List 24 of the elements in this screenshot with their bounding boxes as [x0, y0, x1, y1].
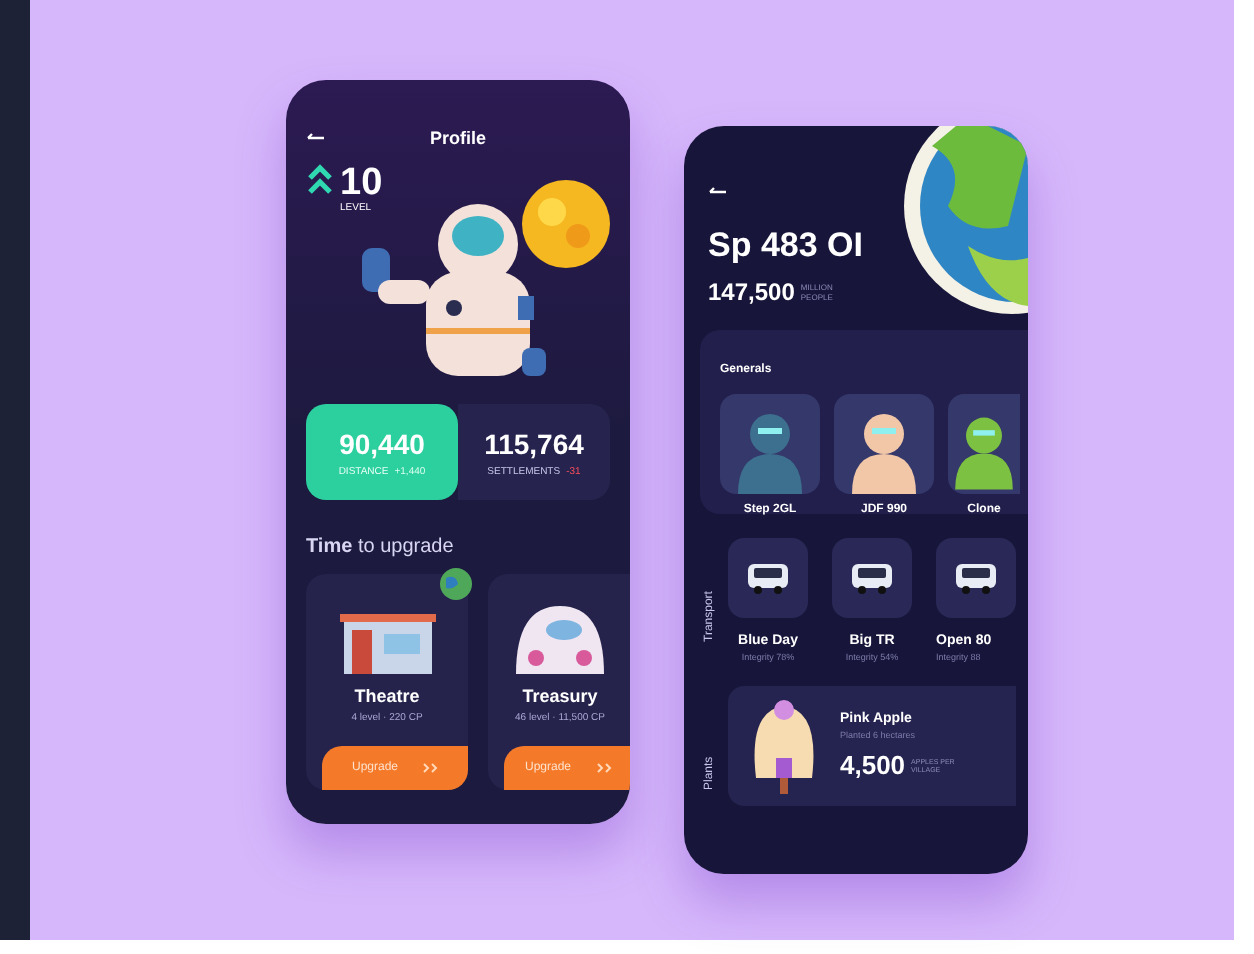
building-name: Treasury — [522, 686, 598, 706]
back-arrow-icon[interactable] — [708, 186, 728, 198]
stat-value: 115,764 — [484, 427, 584, 459]
planet-icon — [440, 568, 472, 600]
plant-amount: 4,500 — [840, 750, 906, 780]
population-value: 147,500 — [708, 278, 795, 306]
double-chevron-icon — [306, 164, 334, 196]
vehicle-drawing — [848, 560, 896, 596]
robot-tile[interactable] — [720, 394, 820, 494]
screen-title: Profile — [430, 128, 487, 148]
building-name: Theatre — [354, 686, 420, 706]
robot-tile[interactable] — [834, 394, 934, 494]
vehicle-tile[interactable] — [832, 538, 912, 618]
level-value: 10 — [340, 164, 383, 202]
vehicle-drawing — [744, 560, 792, 596]
chevron-icon — [422, 762, 438, 774]
chevron-icon — [595, 762, 611, 774]
stat-value: 90,440 — [339, 427, 425, 459]
vehicle-drawing — [952, 560, 1000, 596]
back-arrow-icon[interactable] — [306, 132, 326, 144]
vehicle-tile[interactable] — [936, 538, 1016, 618]
planet-name: Sp 483 OI — [708, 226, 865, 266]
vehicle-tile[interactable] — [728, 538, 808, 618]
section-title: Time to upgrade — [306, 536, 456, 558]
